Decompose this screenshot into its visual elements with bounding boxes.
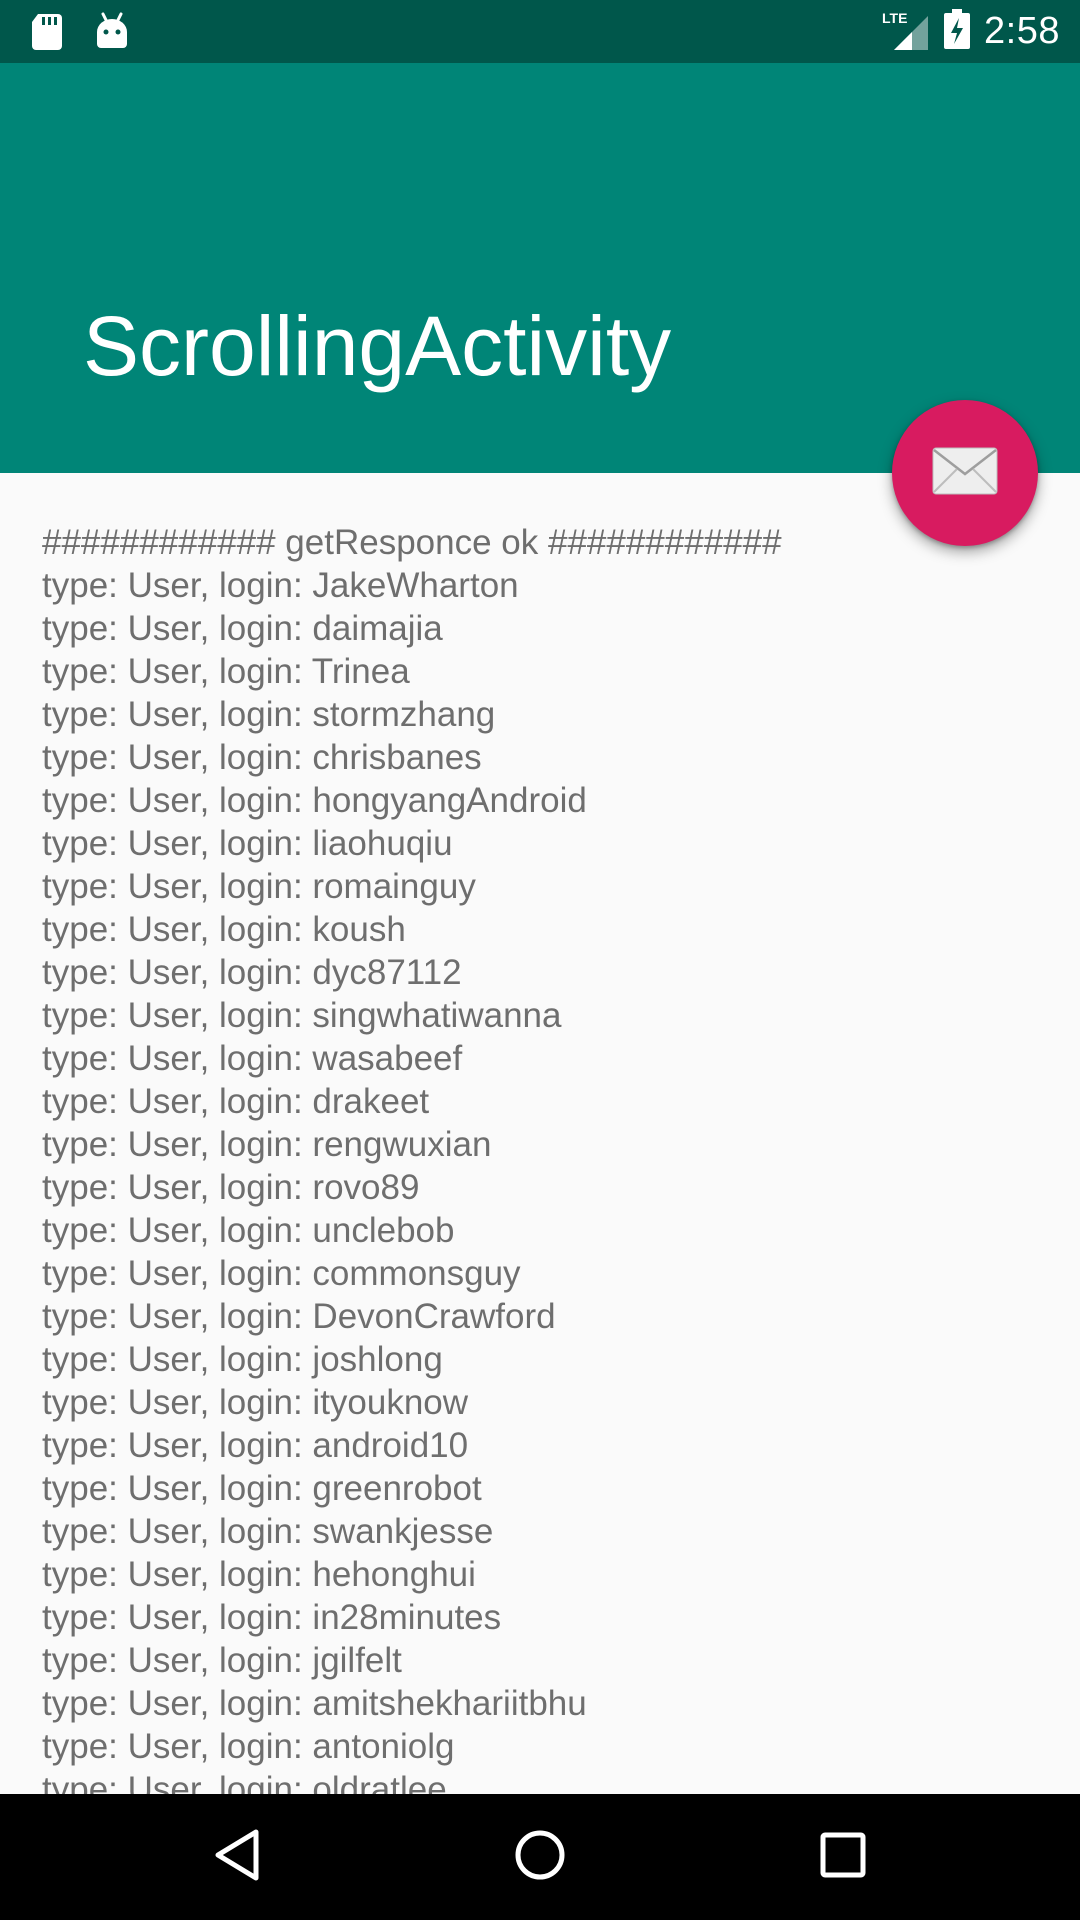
user-login-line: type: User, login: chrisbanes (42, 738, 482, 777)
user-login-line: type: User, login: dyc87112 (42, 953, 462, 992)
response-header-line: ############ getResponce ok ############ (42, 523, 782, 562)
user-login-line: type: User, login: DevonCrawford (42, 1297, 556, 1336)
user-login-line: type: User, login: rengwuxian (42, 1125, 492, 1164)
user-login-line: type: User, login: singwhatiwanna (42, 996, 562, 1035)
user-login-line: type: User, login: swankjesse (42, 1512, 494, 1551)
user-login-line: type: User, login: liaohuqiu (42, 824, 453, 863)
user-login-line: type: User, login: daimajia (42, 609, 443, 648)
status-clock: 2:58 (984, 10, 1060, 52)
scroll-content[interactable]: ############ getResponce ok ############… (0, 473, 1080, 1794)
user-login-line: type: User, login: ityouknow (42, 1383, 469, 1422)
home-button[interactable] (480, 1794, 600, 1920)
battery-charging-icon (944, 9, 971, 54)
user-login-line: type: User, login: JakeWharton (42, 566, 519, 605)
status-right-icons: LTE 2:58 (882, 0, 1060, 63)
user-login-line: type: User, login: unclebob (42, 1211, 455, 1250)
recents-button[interactable] (783, 1794, 903, 1920)
user-login-line: type: User, login: Trinea (42, 652, 410, 691)
lte-signal-icon: LTE (882, 10, 930, 54)
navigation-bar (0, 1794, 1080, 1920)
user-login-line: type: User, login: android10 (42, 1426, 469, 1465)
user-login-line: type: User, login: amitshekhariitbhu (42, 1684, 587, 1723)
user-login-line: type: User, login: rovo89 (42, 1168, 420, 1207)
back-icon (212, 1828, 262, 1887)
user-login-line: type: User, login: oldratlee (42, 1770, 447, 1794)
user-login-line: type: User, login: joshlong (42, 1340, 443, 1379)
user-login-line: type: User, login: commonsguy (42, 1254, 521, 1293)
user-login-line: type: User, login: jgilfelt (42, 1641, 402, 1680)
user-login-line: type: User, login: koush (42, 910, 406, 949)
email-icon (932, 447, 998, 500)
user-login-line: type: User, login: stormzhang (42, 695, 496, 734)
back-button[interactable] (177, 1794, 297, 1920)
app-bar: ScrollingActivity (0, 63, 1080, 473)
screen: LTE 2:58 ScrollingActivity ############ … (0, 0, 1080, 1920)
recents-icon (818, 1830, 868, 1885)
sd-card-icon (30, 12, 64, 55)
email-fab-button[interactable] (892, 400, 1038, 546)
home-icon (513, 1828, 567, 1887)
user-login-line: type: User, login: hongyangAndroid (42, 781, 587, 820)
user-login-line: type: User, login: in28minutes (42, 1598, 502, 1637)
user-login-line: type: User, login: wasabeef (42, 1039, 463, 1078)
page-title: ScrollingActivity (83, 299, 672, 393)
android-icon (94, 12, 130, 55)
user-login-line: type: User, login: antoniolg (42, 1727, 455, 1766)
user-login-line: type: User, login: greenrobot (42, 1469, 482, 1508)
status-bar: LTE 2:58 (0, 0, 1080, 63)
user-login-line: type: User, login: hehonghui (42, 1555, 476, 1594)
user-login-line: type: User, login: drakeet (42, 1082, 430, 1121)
response-text: ############ getResponce ok ############… (42, 521, 1042, 1794)
status-left-icons (30, 12, 130, 55)
user-login-line: type: User, login: romainguy (42, 867, 476, 906)
